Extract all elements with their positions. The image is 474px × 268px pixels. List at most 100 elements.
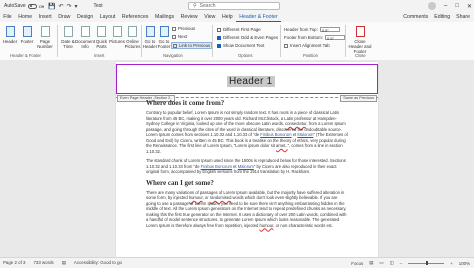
- minimize-icon[interactable]: –: [444, 3, 447, 9]
- footer-label: Footer: [20, 39, 34, 44]
- text-run: Malorum: [297, 132, 314, 137]
- group-position: Position: [303, 53, 318, 58]
- go-to-footer-button[interactable]: Go to Footer: [158, 26, 170, 49]
- focus-button[interactable]: Focus: [351, 261, 363, 266]
- different-odd-even-checkbox[interactable]: Different Odd & Even Pages: [217, 35, 278, 40]
- header-from-top-label: Header from Top:: [284, 27, 318, 32]
- link-to-previous-button[interactable]: Link to Previous: [171, 42, 213, 49]
- autosave-toggle[interactable]: [27, 3, 37, 9]
- link-to-previous-label: Link to Previous: [179, 43, 211, 48]
- text-run: humour: [188, 195, 203, 200]
- online-pictures-button[interactable]: Online Pictures: [125, 26, 140, 49]
- undo-icon[interactable]: ↶: [58, 3, 63, 10]
- tab-mailings[interactable]: Mailings: [152, 12, 178, 22]
- text-run: Finibus Bonorum: [260, 132, 292, 137]
- text-run: Finibus Bonorum: [200, 163, 232, 169]
- text-run: consectetur: [285, 121, 307, 126]
- date-time-button[interactable]: Date & Time: [61, 26, 75, 49]
- close-header-footer-button[interactable]: Close Header and Footer: [348, 26, 372, 54]
- tab-header-footer[interactable]: Header & Footer: [235, 13, 281, 22]
- share-button[interactable]: Share: [456, 12, 470, 22]
- page-count[interactable]: Page 2 of 3: [3, 260, 25, 266]
- customize-icon[interactable]: ▾: [75, 3, 78, 10]
- group-close: Close: [355, 53, 366, 58]
- header-area[interactable]: Header 1: [116, 64, 378, 94]
- alignment-tab-icon: [284, 43, 288, 48]
- zoom-level[interactable]: 100%: [459, 261, 470, 266]
- page-number-icon: [40, 26, 50, 37]
- proofing-icon[interactable]: ▤: [62, 260, 66, 266]
- document-info-icon: [80, 26, 90, 37]
- text-run: Malorum: [237, 163, 254, 169]
- pictures-icon: [112, 26, 122, 37]
- checkbox-box: [217, 43, 221, 48]
- tab-home[interactable]: Home: [15, 12, 35, 22]
- tab-layout[interactable]: Layout: [96, 12, 118, 22]
- document-canvas[interactable]: Header 1 Even Page Header -Section 2- Sa…: [0, 60, 474, 257]
- tab-insert[interactable]: Insert: [35, 12, 55, 22]
- page-number-label: Page Number: [37, 39, 53, 49]
- quick-parts-icon: [97, 26, 106, 37]
- zoom-slider[interactable]: [408, 261, 445, 265]
- go-to-footer-icon: [159, 26, 169, 37]
- save-icon[interactable]: 💾: [48, 3, 55, 10]
- header-from-top-input[interactable]: 0.5": [319, 27, 340, 33]
- checkbox-box: [217, 35, 221, 40]
- accessibility-status[interactable]: Accessibility: Good to go: [74, 260, 122, 266]
- pictures-label: Pictures: [109, 39, 125, 44]
- comments-button[interactable]: Comments: [403, 12, 428, 22]
- web-layout-icon[interactable]: ◫: [390, 260, 394, 266]
- quick-parts-button[interactable]: Quick Parts: [95, 26, 108, 49]
- checkbox-box: [217, 27, 221, 32]
- go-to-footer-label: Go to Footer: [157, 39, 171, 49]
- account-avatar[interactable]: [428, 2, 436, 10]
- zoom-out-icon[interactable]: –: [400, 261, 402, 266]
- footer-button[interactable]: Footer: [20, 26, 34, 44]
- pictures-button[interactable]: Pictures: [109, 26, 125, 44]
- footer-icon: [22, 26, 32, 37]
- group-options: Options: [238, 53, 253, 58]
- header-icon: [5, 26, 15, 37]
- search-box[interactable]: ⚲ Search: [188, 2, 280, 10]
- header-text[interactable]: Header 1: [227, 76, 275, 87]
- show-document-text-checkbox[interactable]: Show Document Text: [217, 43, 264, 48]
- paragraph-1: Contrary to popular belief, Lorem Ipsum …: [146, 110, 348, 154]
- redo-icon[interactable]: ↷: [66, 3, 71, 10]
- insert-alignment-tab-button[interactable]: Insert Alignment Tab: [284, 43, 330, 48]
- print-layout-icon[interactable]: ▭: [379, 260, 383, 266]
- different-first-page-checkbox[interactable]: Different First Page: [217, 27, 261, 32]
- previous-button[interactable]: Previous: [172, 26, 195, 31]
- maximize-icon[interactable]: □: [455, 3, 459, 9]
- header-button[interactable]: Header: [3, 26, 17, 44]
- different-odd-even-label: Different Odd & Even Pages: [223, 35, 279, 40]
- autosave-state: Off: [38, 3, 44, 9]
- go-to-header-icon: [145, 26, 155, 37]
- window-controls: – □ ✕: [428, 0, 472, 12]
- heading-1: Where does it come from?: [146, 99, 225, 107]
- footer-from-bottom-input[interactable]: 0.5": [325, 35, 346, 41]
- tab-draw[interactable]: Draw: [55, 12, 74, 22]
- tab-file[interactable]: File: [0, 12, 15, 22]
- editing-button[interactable]: Editing: [434, 12, 450, 22]
- heading-2: Where can I get some?: [146, 178, 214, 187]
- tab-view[interactable]: View: [201, 12, 219, 22]
- go-to-header-label: Go to Header: [142, 39, 158, 49]
- page-number-button[interactable]: Page Number: [37, 26, 53, 49]
- tab-review[interactable]: Review: [177, 12, 201, 22]
- read-mode-icon[interactable]: ▤: [369, 260, 373, 266]
- tab-help[interactable]: Help: [219, 12, 236, 22]
- document-body[interactable]: Where does it come from? Contrary to pop…: [146, 99, 348, 232]
- go-to-header-button[interactable]: Go to Header: [142, 26, 158, 49]
- close-icon[interactable]: ✕: [467, 3, 472, 10]
- zoom-in-icon[interactable]: +: [450, 261, 453, 266]
- tab-design[interactable]: Design: [74, 12, 97, 22]
- paragraph-3: There are many variations of passages of…: [146, 190, 348, 229]
- word-count[interactable]: 733 words: [33, 260, 53, 266]
- next-button[interactable]: Next: [172, 34, 187, 39]
- document-page[interactable]: Header 1 Even Page Header -Section 2- Sa…: [116, 62, 378, 257]
- tab-references[interactable]: References: [119, 12, 152, 22]
- previous-label: Previous: [178, 26, 196, 31]
- document-info-button[interactable]: Document Info: [75, 26, 95, 49]
- divider: [212, 25, 213, 57]
- group-insert: Insert: [94, 53, 105, 58]
